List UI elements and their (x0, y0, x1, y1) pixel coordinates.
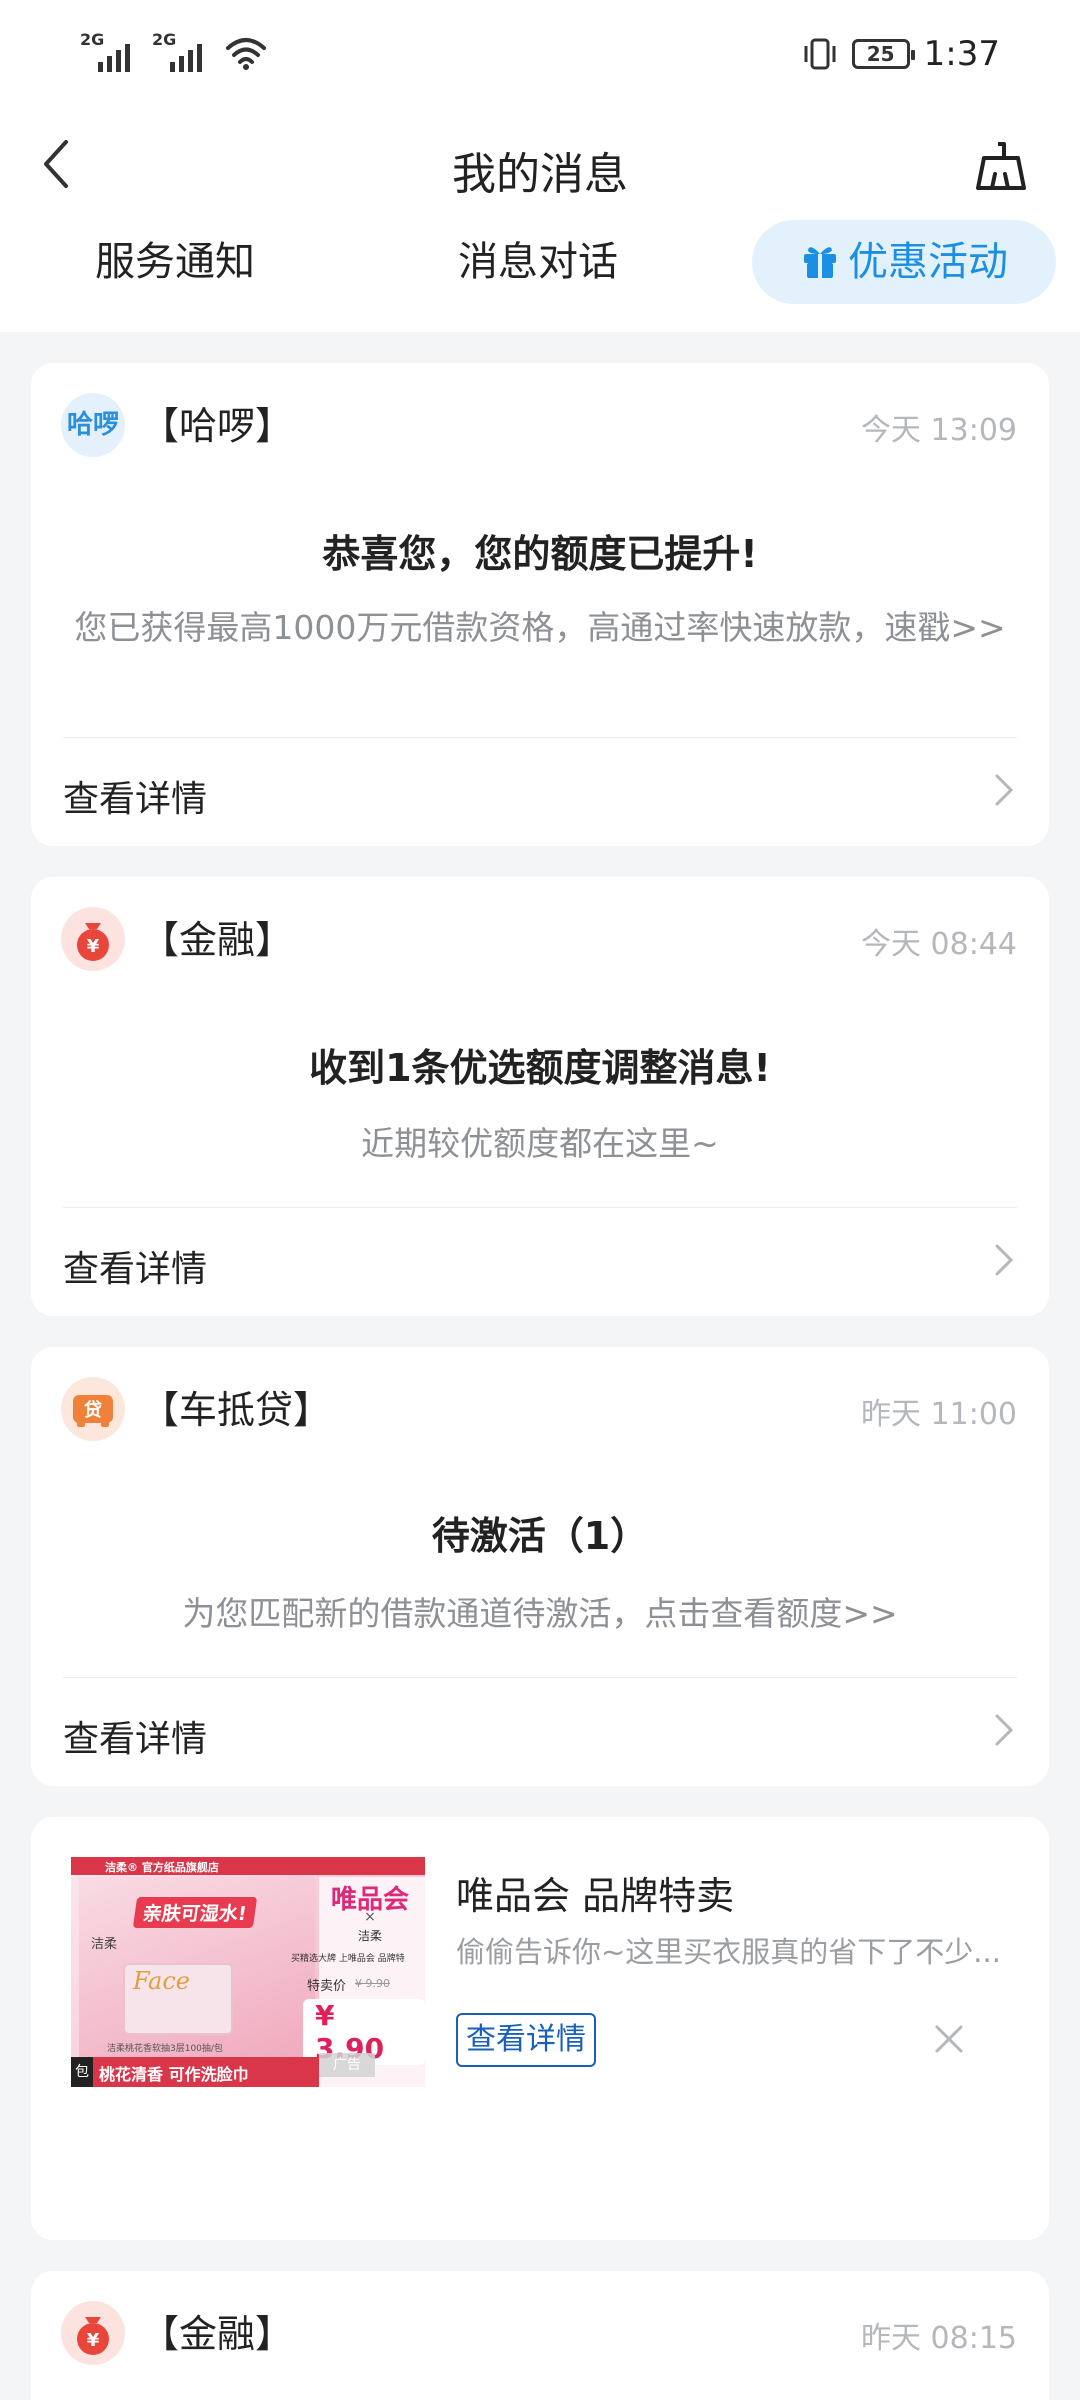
message-headline: 收到1条优选额度调整消息! (309, 1046, 771, 1090)
ad-special-price-label: 特卖价 (307, 1979, 347, 1994)
gift-icon (804, 247, 836, 278)
ad-promo-text: 买精选大牌 上唯品会 品牌特 (291, 1954, 405, 1964)
nav-bar: 我的消息 (0, 110, 1080, 220)
ad-store-name: 洁柔® 官方纸品旗舰店 (105, 1861, 219, 1874)
ad-small-print: 洁柔桃花香软抽3层100抽/包 (107, 2044, 223, 2054)
cellular-signal-icon: 2G (80, 30, 138, 72)
ad-view-details-button[interactable]: 查看详情 (456, 2013, 596, 2067)
message-time: 昨天 11:00 (861, 1397, 1017, 1432)
hellobike-logo-icon: 哈啰 (61, 393, 125, 457)
message-source: 【金融】 (141, 2312, 294, 2356)
ad-pack-label: 包 (71, 2057, 93, 2087)
finance-moneybag-icon: ¥ (61, 2301, 125, 2365)
view-details-link[interactable]: 查看详情 (63, 770, 207, 822)
message-description: 您已获得最高1000万元借款资格，高通过率快速放款，速戳>> (74, 608, 1006, 647)
finance-moneybag-icon: ¥ (61, 907, 125, 971)
divider (63, 1207, 1017, 1208)
wifi-icon (226, 38, 266, 70)
car-loan-icon: 贷 (61, 1377, 125, 1441)
page-title: 我的消息 (452, 149, 628, 200)
ad-bottom-caption: 桃花清香 可作洗脸巾 (99, 2065, 249, 2084)
ad-image[interactable]: 洁柔® 官方纸品旗舰店 亲肤可湿水! 洁柔 Face 唯品会 × 洁柔 买精选大… (71, 1857, 425, 2087)
divider (63, 737, 1017, 738)
tab-service-notifications[interactable]: 服务通知 (95, 220, 255, 304)
svg-text:贷: 贷 (84, 1399, 102, 1421)
chevron-right-icon (995, 1244, 1014, 1276)
message-source: 【金融】 (141, 918, 294, 962)
ad-badge: 广告 (319, 2053, 375, 2077)
ad-brand-2: 洁柔 (357, 1929, 382, 1943)
tab-promotions-label: 优惠活动 (848, 239, 1008, 285)
ad-product: Face (133, 1967, 190, 1995)
ad-cross: × (364, 1909, 376, 1925)
view-details-link[interactable]: 查看详情 (63, 1240, 207, 1292)
message-headline: 待激活（1） (431, 1514, 649, 1558)
message-card[interactable]: 贷 【车抵贷】 昨天 11:00 待激活（1） 为您匹配新的借款通道待激活，点击… (31, 1347, 1049, 1786)
svg-text:¥: ¥ (87, 936, 100, 957)
clock: 1:37 (923, 34, 1000, 74)
message-description: 近期较优额度都在这里~ (361, 1124, 719, 1163)
ad-slogan: 亲肤可湿水! (132, 1897, 257, 1928)
ad-card[interactable]: 洁柔® 官方纸品旗舰店 亲肤可湿水! 洁柔 Face 唯品会 × 洁柔 买精选大… (31, 1817, 1049, 2240)
ad-old-price: ¥ 9.90 (355, 1977, 390, 1990)
message-card[interactable]: 哈啰 【哈啰】 今天 13:09 恭喜您，您的额度已提升! 您已获得最高1000… (31, 363, 1049, 846)
tab-promotions[interactable]: 优惠活动 (752, 220, 1056, 304)
message-time: 昨天 08:15 (861, 2321, 1017, 2356)
chevron-right-icon (995, 1714, 1014, 1746)
message-time: 今天 08:44 (861, 927, 1017, 962)
message-source: 【哈啰】 (141, 404, 294, 448)
chevron-right-icon (995, 774, 1014, 806)
message-card[interactable]: ¥ 【金融】 今天 08:44 收到1条优选额度调整消息! 近期较优额度都在这里… (31, 877, 1049, 1316)
status-bar: 2G 2G 25 1:37 (0, 0, 1080, 110)
message-headline: 恭喜您，您的额度已提升! (322, 532, 758, 576)
ad-brand: 洁柔 (91, 1937, 118, 1952)
message-tabs: 服务通知 消息对话 优惠活动 (0, 220, 1080, 332)
svg-text:¥: ¥ (87, 2330, 100, 2351)
message-time: 今天 13:09 (861, 413, 1017, 448)
clear-messages-broom-icon[interactable] (974, 140, 1028, 194)
ad-subtitle: 偷偷告诉你~这里买衣服真的省下了不少... (456, 1935, 1001, 1969)
vibrate-icon (804, 38, 836, 70)
ad-title: 唯品会 品牌特卖 (456, 1874, 735, 1918)
tab-message-dialogs[interactable]: 消息对话 (458, 220, 618, 304)
message-source: 【车抵贷】 (141, 1388, 332, 1432)
divider (63, 1677, 1017, 1678)
battery-indicator: 25 (851, 39, 915, 69)
message-description: 为您匹配新的借款通道待激活，点击查看额度>> (182, 1594, 898, 1633)
view-details-link[interactable]: 查看详情 (63, 1710, 207, 1762)
message-card[interactable]: ¥ 【金融】 昨天 08:15 (31, 2271, 1049, 2400)
close-icon[interactable] (929, 2019, 969, 2059)
cellular-signal-icon: 2G (152, 30, 210, 72)
